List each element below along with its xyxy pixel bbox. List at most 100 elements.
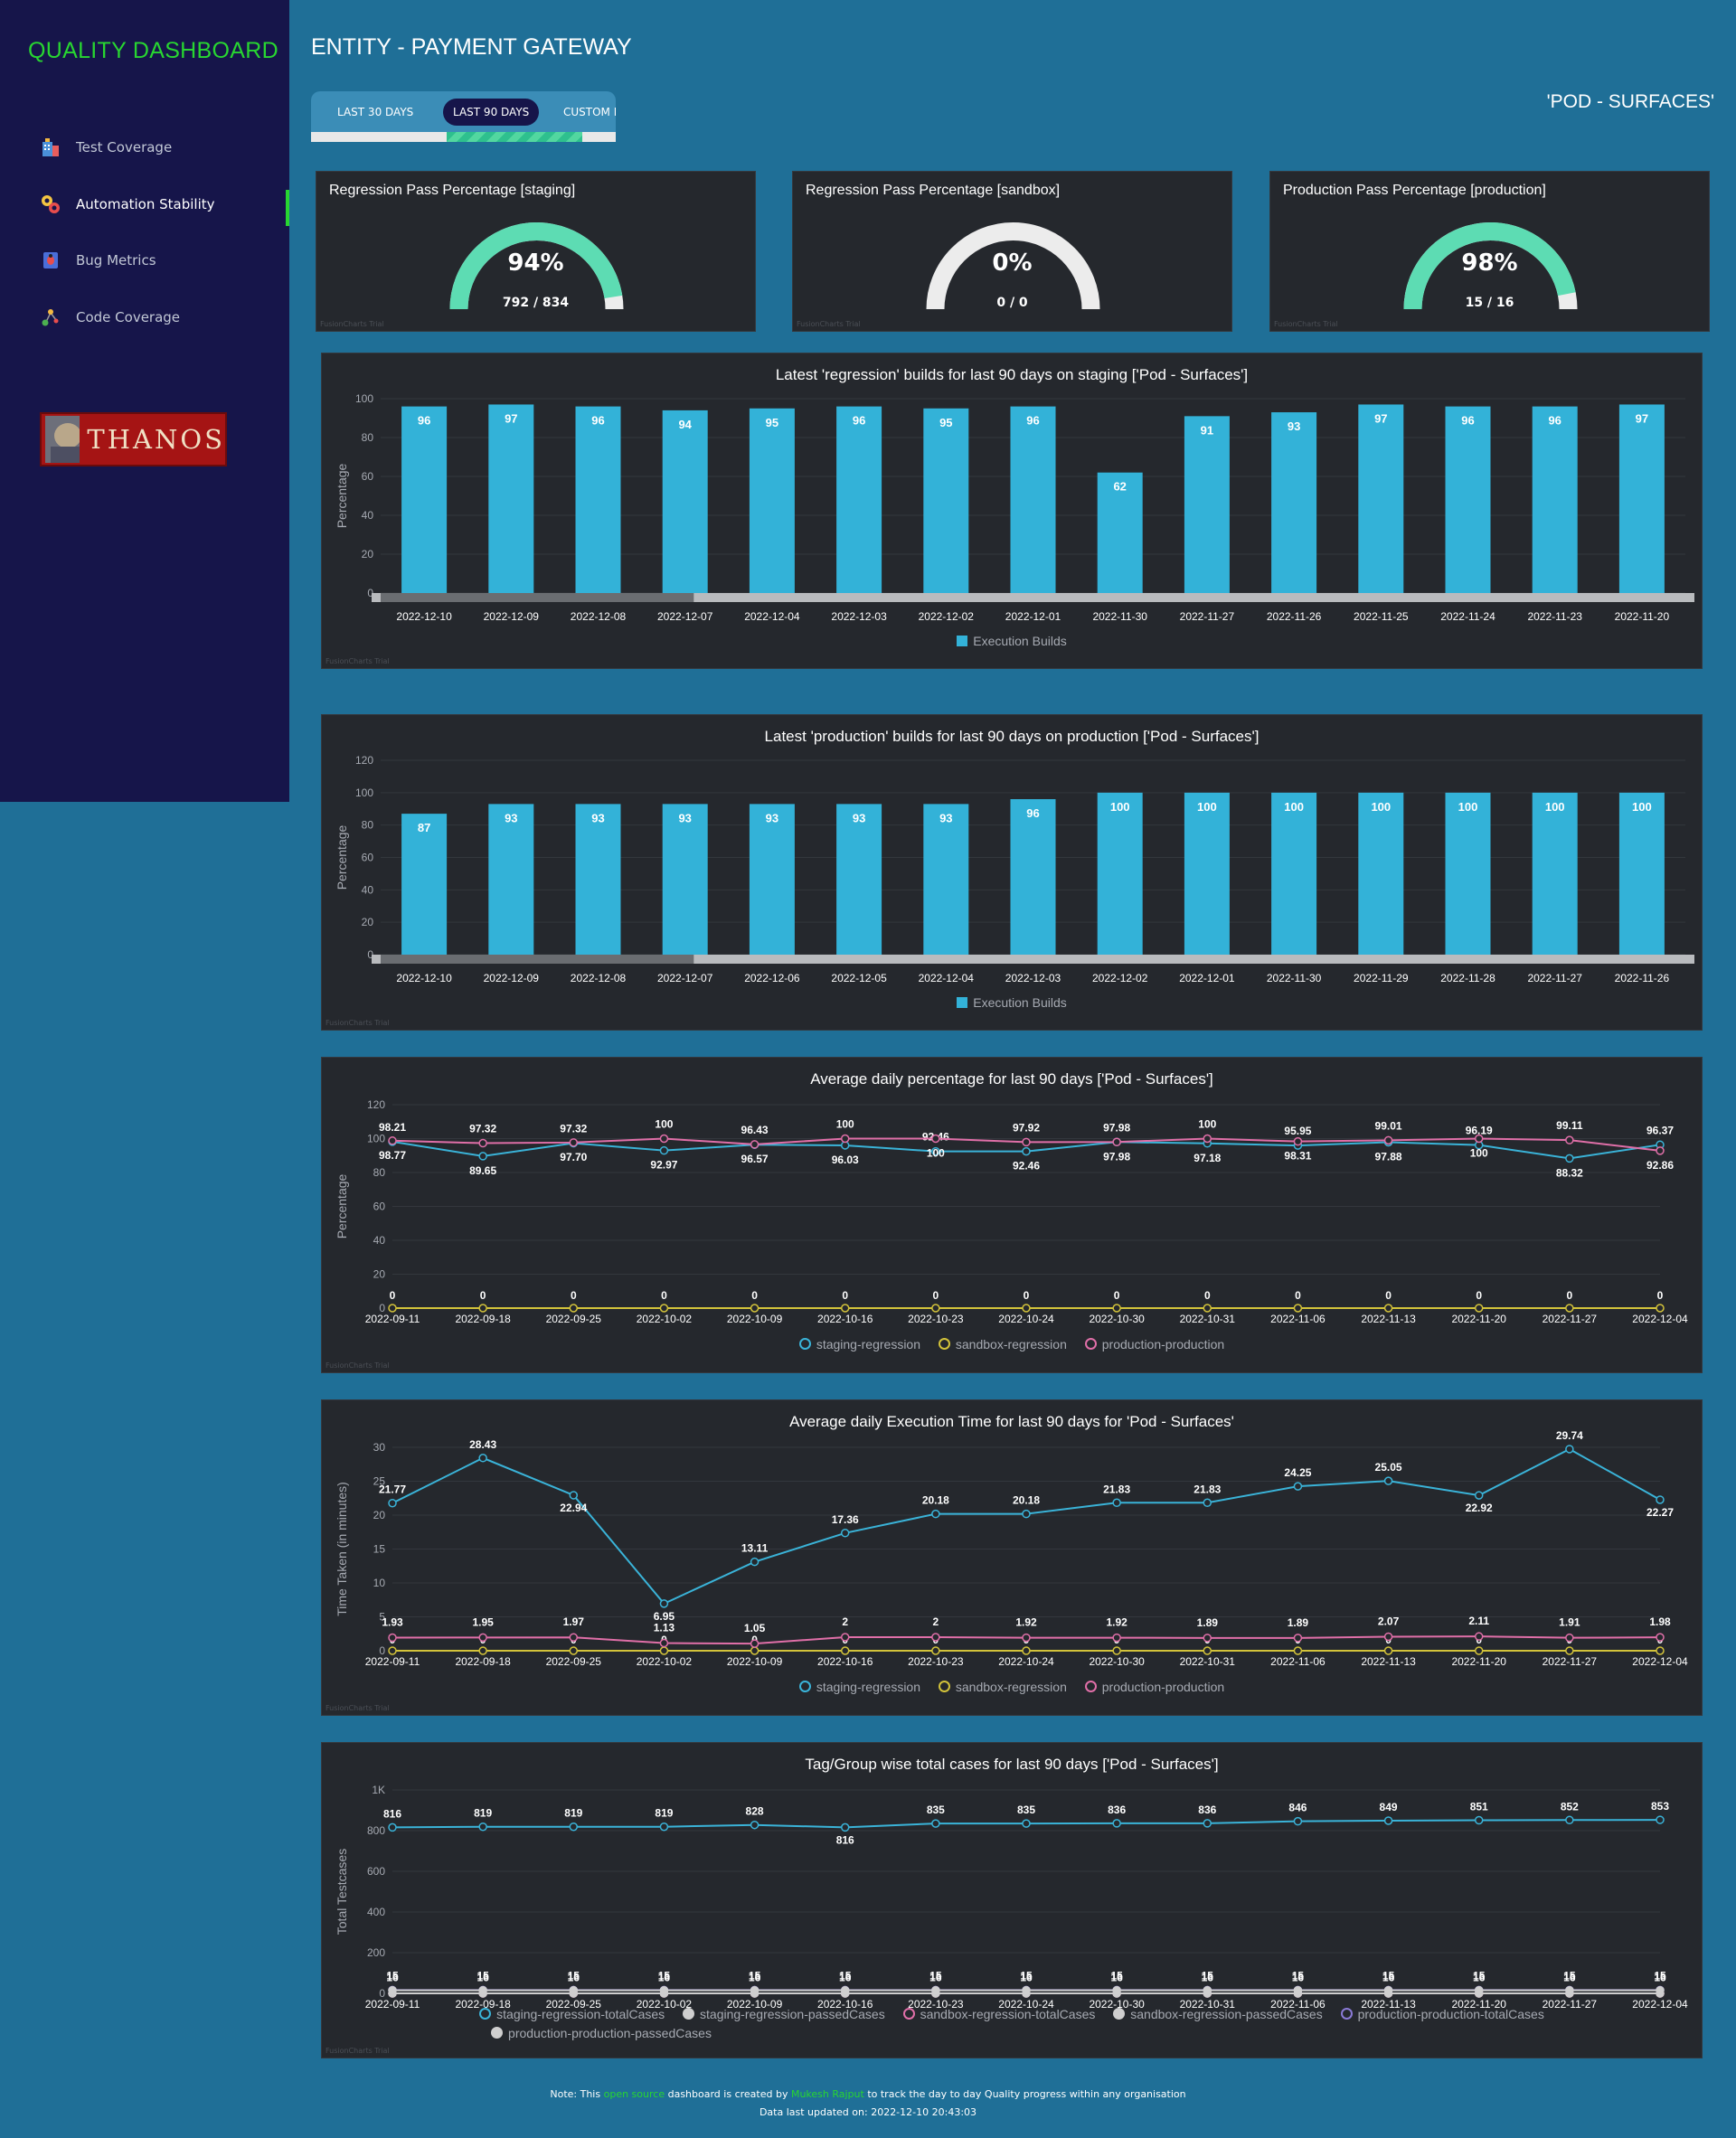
legend-item-production-production-passedcases[interactable]: production-production-passedCases <box>491 2024 712 2043</box>
data-point <box>1565 1633 1574 1643</box>
chart-legend: staging-regression-totalCases staging-re… <box>322 2005 1702 2043</box>
legend-item-production-production[interactable]: production-production <box>1084 1337 1224 1352</box>
staging-regression-builds-chart: 0 20 40 60 80 100 Percentage 96 2022-12-10 97 2022… <box>321 353 1703 669</box>
legend-item-sandbox-regression-totalcases[interactable]: sandbox-regression-totalCases <box>902 2005 1095 2024</box>
data-label: 1.89 <box>1197 1616 1219 1629</box>
chart-legend: staging-regression sandbox-regression pr… <box>322 1337 1702 1352</box>
data-label: 819 <box>474 1807 492 1820</box>
chart-legend: Execution Builds <box>322 995 1702 1010</box>
legend-item-sandbox-regression[interactable]: sandbox-regression <box>938 1337 1067 1352</box>
legend-item-staging-regression-passedcases[interactable]: staging-regression-passedCases <box>683 2005 885 2024</box>
chart-bar <box>1010 406 1056 593</box>
data-label: 88.32 <box>1556 1166 1583 1179</box>
data-point <box>478 1646 487 1655</box>
data-point <box>1293 1136 1303 1146</box>
x-tick-label: 2022-10-31 <box>1180 1313 1236 1325</box>
y-tick-label: 15 <box>373 1543 386 1556</box>
data-label: 97.32 <box>560 1123 587 1135</box>
y-tick-label: 20 <box>373 1268 386 1281</box>
data-label: 95.95 <box>1284 1125 1311 1137</box>
data-label: 15 <box>1020 1970 1033 1983</box>
chart-bar <box>749 408 795 593</box>
data-point <box>569 1491 579 1500</box>
data-point <box>840 1304 850 1313</box>
trial-watermark: FusionCharts Trial <box>326 1361 390 1370</box>
data-point <box>1022 1646 1031 1655</box>
gauge-subtext: 792 / 834 <box>502 296 570 310</box>
x-tick-label: 2022-11-30 <box>1092 610 1147 623</box>
data-label: 819 <box>655 1807 673 1820</box>
x-tick-label: 2022-11-20 <box>1451 1313 1506 1325</box>
data-label: 97.88 <box>1375 1150 1402 1163</box>
data-label: 13.11 <box>741 1542 769 1555</box>
legend-item-production-production-totalcases[interactable]: production-production-totalCases <box>1340 2005 1544 2024</box>
x-tick-label: 2022-10-16 <box>817 1313 873 1325</box>
tab-custom-date[interactable]: CUSTOM DATE <box>553 99 616 126</box>
data-label: 15 <box>1473 1970 1486 1983</box>
data-point <box>1112 1633 1121 1643</box>
x-tick-label: 2022-12-05 <box>831 972 887 984</box>
data-point <box>840 1633 850 1642</box>
data-point <box>750 1646 760 1655</box>
data-point <box>569 1304 579 1313</box>
y-tick-label: 120 <box>355 754 373 767</box>
chart-canvas: 020406080100Percentage962022-12-10972022… <box>335 392 1694 623</box>
chart-legend: staging-regression sandbox-regression pr… <box>322 1680 1702 1694</box>
data-label: 0 <box>1385 1289 1392 1302</box>
data-point <box>750 1639 760 1648</box>
legend-item-sandbox-regression[interactable]: sandbox-regression <box>938 1680 1067 1694</box>
data-point <box>750 1557 760 1567</box>
data-label: 22.92 <box>1466 1502 1493 1514</box>
x-tick-label: 2022-11-06 <box>1270 1655 1326 1668</box>
gauge-card-sandbox: Regression Pass Percentage [sandbox] 0% … <box>792 171 1232 332</box>
tab-last-90-days[interactable]: LAST 90 DAYS <box>443 99 540 126</box>
data-point <box>1203 1634 1212 1643</box>
sidebar-item-automation-stability[interactable]: Automation Stability <box>0 183 289 226</box>
data-label: 100 <box>1197 800 1217 814</box>
sidebar-item-code-coverage[interactable]: Code Coverage <box>0 296 289 339</box>
data-label: 1.92 <box>1106 1616 1127 1629</box>
legend-item-production-production[interactable]: production-production <box>1084 1680 1224 1694</box>
y-tick-label: 200 <box>367 1946 385 1959</box>
data-label: 96.37 <box>1646 1124 1674 1136</box>
legend-item-sandbox-regression-passedcases[interactable]: sandbox-regression-passedCases <box>1113 2005 1323 2024</box>
sidebar-item-bug-metrics[interactable]: Bug Metrics <box>0 239 289 282</box>
y-tick-label: 100 <box>355 786 373 799</box>
open-source-link[interactable]: open source <box>604 2088 665 2100</box>
data-label: 93 <box>591 811 604 824</box>
gauge-value: 98% <box>1461 250 1518 277</box>
y-tick-label: 80 <box>373 1166 386 1179</box>
data-label: 835 <box>927 1804 945 1816</box>
sidebar-item-test-coverage[interactable]: Test Coverage <box>0 126 289 169</box>
data-point <box>478 1152 487 1161</box>
legend-item-staging-regression-totalcases[interactable]: staging-regression-totalCases <box>479 2005 665 2024</box>
data-point <box>1565 1646 1574 1655</box>
legend-item-staging-regression[interactable]: staging-regression <box>798 1337 920 1352</box>
data-label: 92.86 <box>1646 1159 1674 1172</box>
data-label: 96 <box>591 414 604 428</box>
data-point <box>840 1822 850 1832</box>
tab-last-30-days[interactable]: LAST 30 DAYS <box>327 99 423 126</box>
chart-title: Latest 'production' builds for last 90 d… <box>764 728 1260 745</box>
author-link[interactable]: Mukesh Rajput <box>791 2088 864 2100</box>
x-tick-label: 2022-10-02 <box>637 1655 693 1668</box>
data-label: 849 <box>1380 1801 1398 1813</box>
data-label: 20.18 <box>922 1494 949 1507</box>
data-point <box>569 1822 579 1832</box>
data-point <box>1203 1985 1212 1995</box>
data-label: 836 <box>1198 1804 1216 1816</box>
data-label: 99.11 <box>1556 1119 1583 1132</box>
data-point <box>1474 1632 1484 1641</box>
data-label: 97 <box>505 411 517 425</box>
data-label: 828 <box>746 1805 764 1818</box>
data-point <box>750 1820 760 1830</box>
legend-item-execution-builds[interactable]: Execution Builds <box>957 634 1067 648</box>
data-point <box>840 1529 850 1538</box>
legend-item-execution-builds[interactable]: Execution Builds <box>957 995 1067 1010</box>
data-label: 2 <box>842 1615 848 1628</box>
production-builds-chart: 0 20 40 60 80 100 120 Percentage 87 2022-12-10 93 2… <box>321 714 1703 1031</box>
legend-item-staging-regression[interactable]: staging-regression <box>798 1680 920 1694</box>
gauge-value: 94% <box>507 250 564 277</box>
chart-bar <box>1445 406 1491 593</box>
data-point <box>478 1138 487 1148</box>
